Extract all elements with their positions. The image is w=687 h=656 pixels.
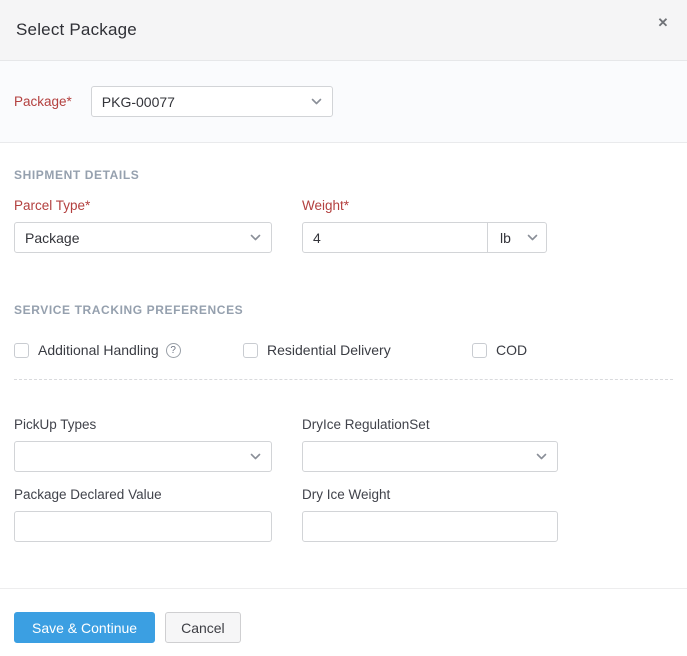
chevron-down-icon xyxy=(527,234,538,241)
checkbox-icon[interactable] xyxy=(472,343,487,358)
parcel-type-field: Parcel Type* Package xyxy=(14,198,272,253)
pickup-types-select[interactable] xyxy=(14,441,272,472)
checkbox-cod[interactable]: COD xyxy=(472,342,527,358)
page-title: Select Package xyxy=(16,20,137,40)
parcel-type-value: Package xyxy=(25,230,242,246)
shipment-fields-row: Parcel Type* Package Weight* lb xyxy=(14,198,673,253)
weight-input-group: lb xyxy=(302,222,547,253)
package-select-value: PKG-00077 xyxy=(102,94,303,110)
checkbox-icon[interactable] xyxy=(14,343,29,358)
select-package-modal: Select Package ✕ Package* PKG-00077 SHIP… xyxy=(0,0,687,656)
modal-header: Select Package xyxy=(0,0,687,61)
weight-label: Weight* xyxy=(302,198,547,213)
declared-value-field: Package Declared Value xyxy=(14,487,272,542)
dashed-divider xyxy=(14,379,673,380)
dryice-regulation-select[interactable] xyxy=(302,441,558,472)
chevron-down-icon xyxy=(250,453,261,460)
save-continue-button[interactable]: Save & Continue xyxy=(14,612,155,643)
declared-value-input[interactable] xyxy=(14,511,272,542)
pickup-types-field: PickUp Types xyxy=(14,417,272,472)
chevron-down-icon xyxy=(250,234,261,241)
help-icon[interactable]: ? xyxy=(166,343,181,358)
chevron-down-icon xyxy=(536,453,547,460)
cancel-button[interactable]: Cancel xyxy=(165,612,241,643)
checkbox-residential-delivery[interactable]: Residential Delivery xyxy=(243,342,472,358)
dryice-regulation-label: DryIce RegulationSet xyxy=(302,417,558,432)
weight-input[interactable] xyxy=(302,222,488,253)
dry-ice-weight-input[interactable] xyxy=(302,511,558,542)
declared-dryweight-row: Package Declared Value Dry Ice Weight xyxy=(14,487,673,542)
service-tracking-heading: SERVICE TRACKING PREFERENCES xyxy=(14,303,673,317)
checkbox-icon[interactable] xyxy=(243,343,258,358)
package-select[interactable]: PKG-00077 xyxy=(91,86,333,117)
modal-body: SHIPMENT DETAILS Parcel Type* Package We… xyxy=(0,168,687,542)
checkbox-additional-handling[interactable]: Additional Handling ? xyxy=(14,342,243,358)
package-label: Package* xyxy=(14,94,72,109)
service-checkbox-row: Additional Handling ? Residential Delive… xyxy=(14,342,673,358)
dry-ice-weight-field: Dry Ice Weight xyxy=(302,487,558,542)
checkbox-label: Residential Delivery xyxy=(267,342,391,358)
shipment-details-heading: SHIPMENT DETAILS xyxy=(14,168,673,182)
checkbox-label: Additional Handling xyxy=(38,342,159,358)
weight-field: Weight* lb xyxy=(302,198,547,253)
close-icon[interactable]: ✕ xyxy=(653,13,673,33)
pickup-types-label: PickUp Types xyxy=(14,417,272,432)
chevron-down-icon xyxy=(311,98,322,105)
checkbox-label: COD xyxy=(496,342,527,358)
parcel-type-label: Parcel Type* xyxy=(14,198,272,213)
dryice-regulation-field: DryIce RegulationSet xyxy=(302,417,558,472)
weight-unit-value: lb xyxy=(500,230,519,246)
declared-value-label: Package Declared Value xyxy=(14,487,272,502)
modal-footer: Save & Continue Cancel xyxy=(0,588,687,656)
package-section: Package* PKG-00077 xyxy=(0,61,687,143)
parcel-type-select[interactable]: Package xyxy=(14,222,272,253)
dry-ice-weight-label: Dry Ice Weight xyxy=(302,487,558,502)
weight-unit-select[interactable]: lb xyxy=(487,222,547,253)
pickup-dryice-row: PickUp Types DryIce RegulationSet xyxy=(14,417,673,472)
